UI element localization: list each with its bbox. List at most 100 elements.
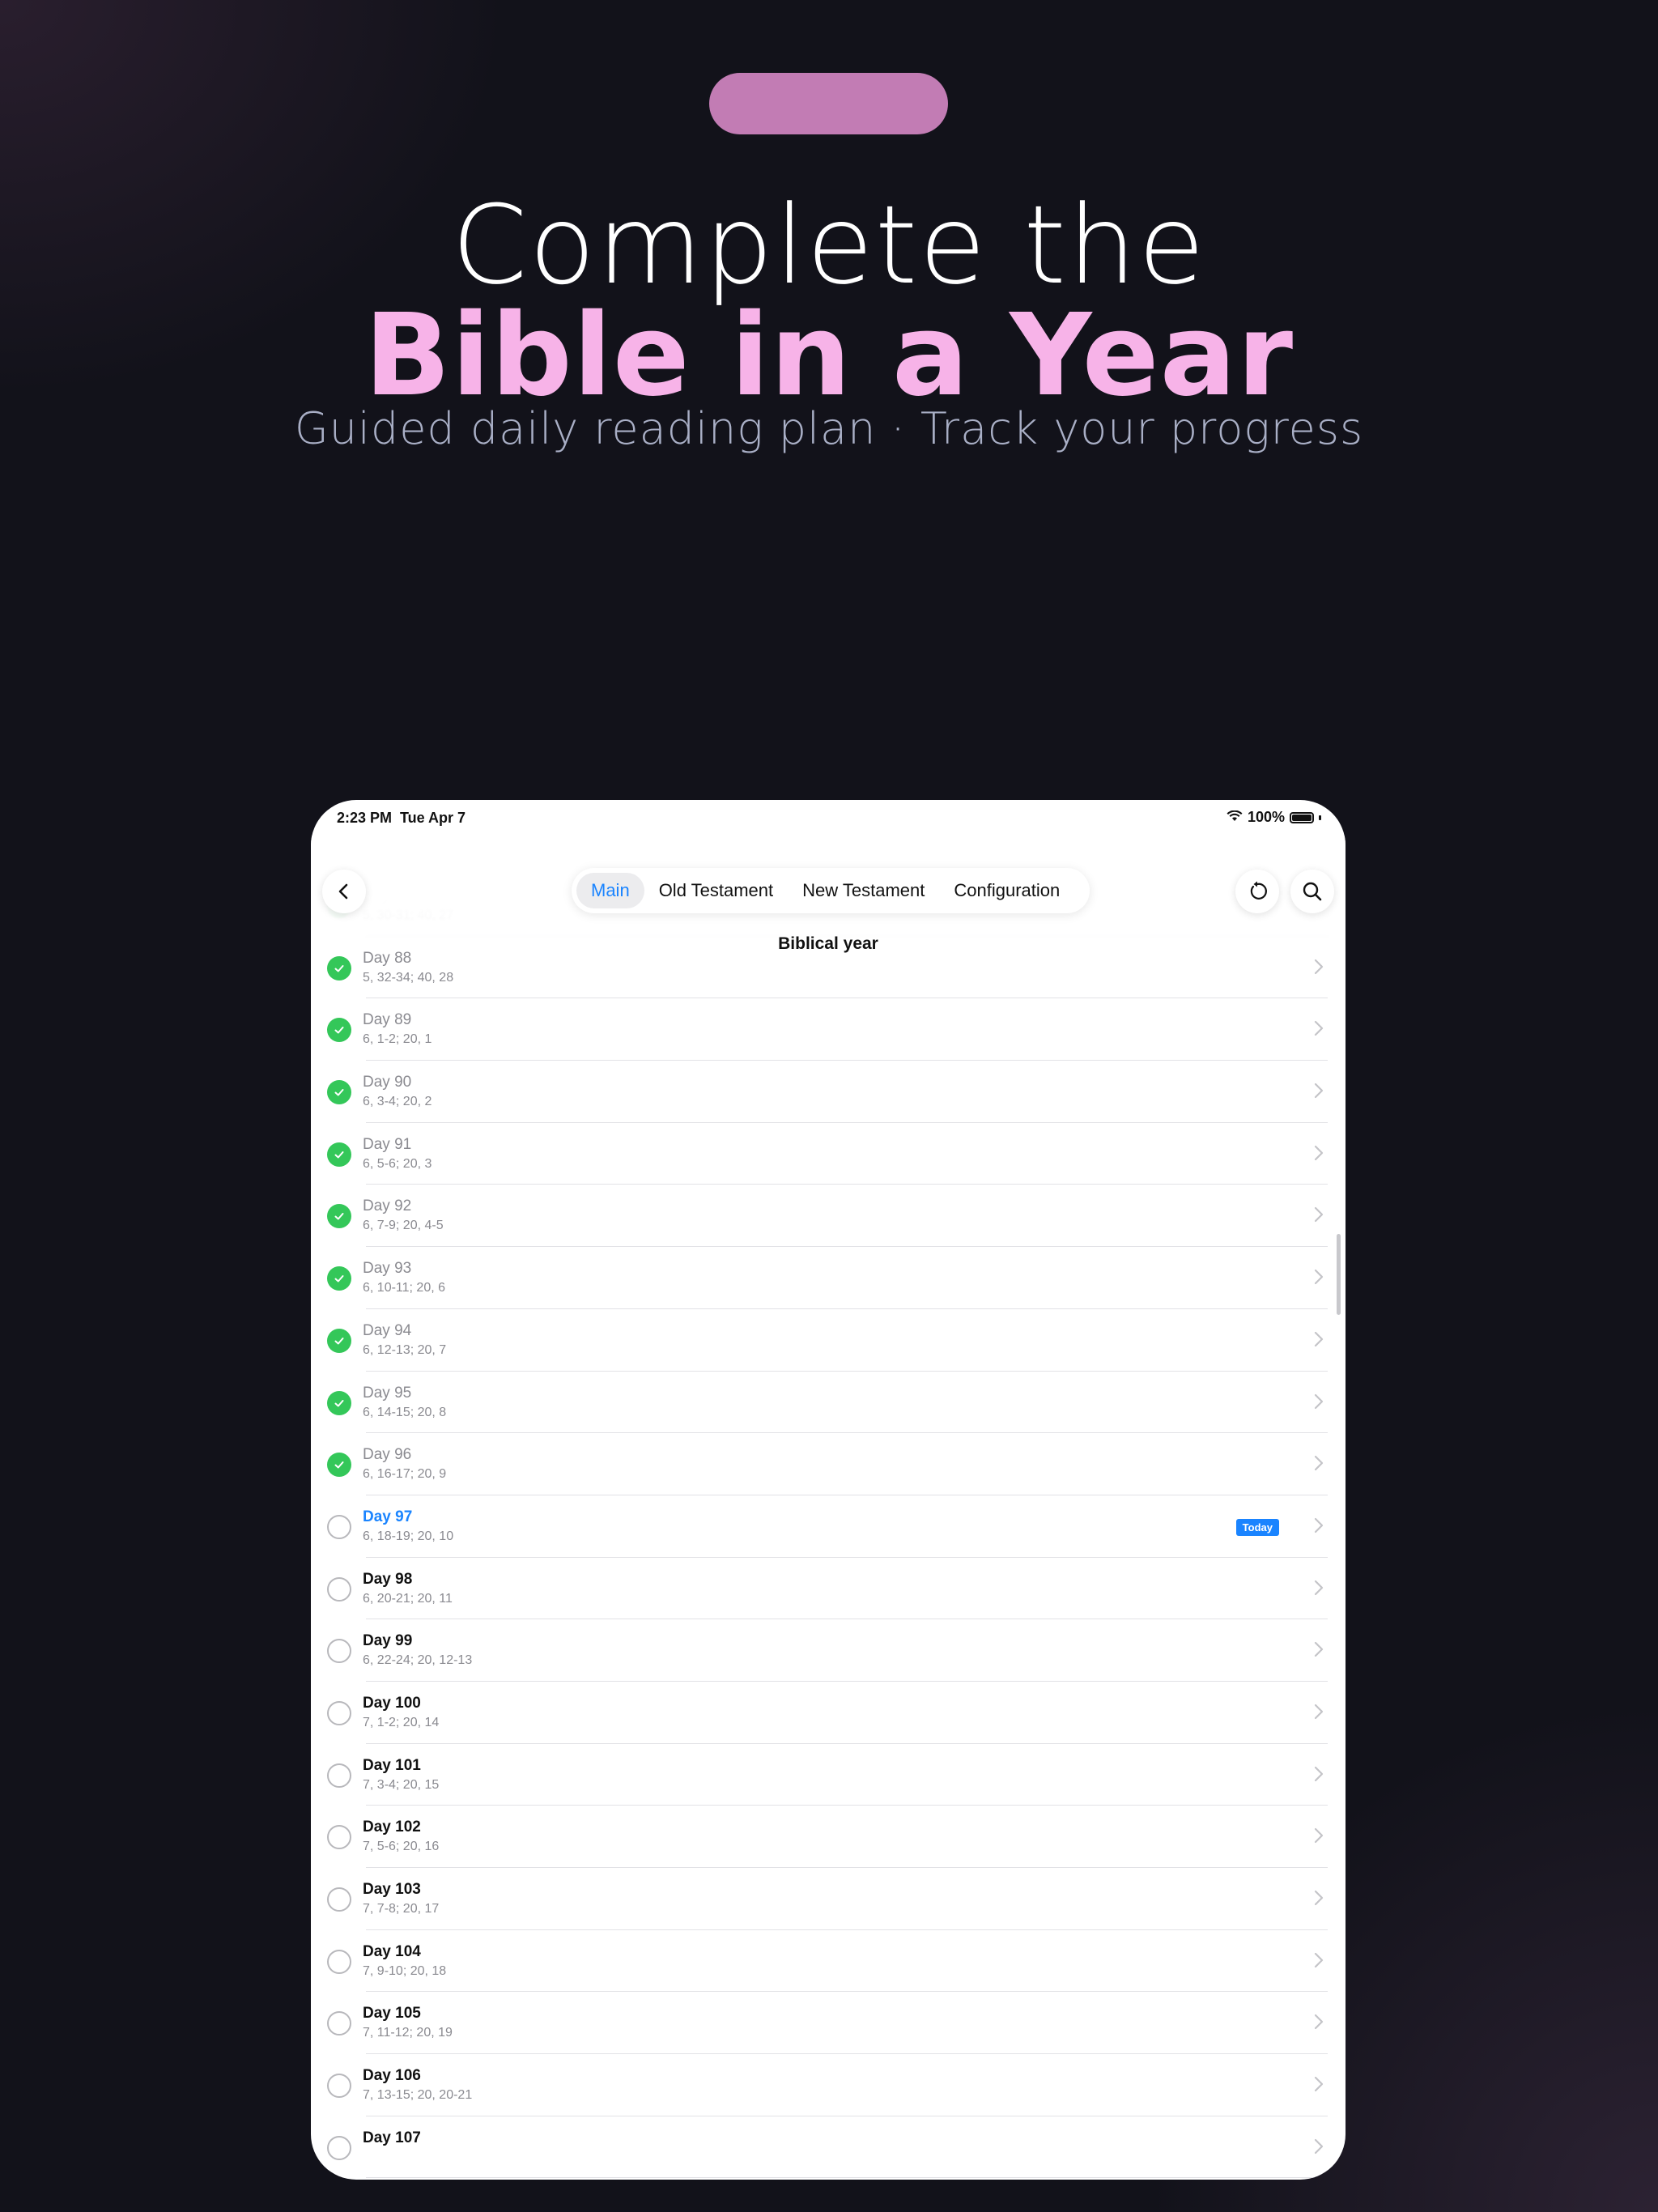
status-bar: 2:23 PM Tue Apr 7 100%: [311, 800, 1346, 836]
refresh-icon: [1250, 881, 1267, 900]
chevron-right-icon: [1313, 1330, 1324, 1352]
reading-day-label: Day 92: [363, 1197, 412, 1215]
wifi-icon: [1226, 809, 1243, 826]
tab-old-testament[interactable]: Old Testament: [644, 873, 788, 908]
chevron-right-icon: [1313, 1144, 1324, 1166]
empty-circle-icon[interactable]: [327, 2135, 351, 2160]
reading-day-label: Day 90: [363, 1074, 412, 1091]
checkmark-icon[interactable]: [327, 1204, 351, 1229]
reading-references: 7, 1-2; 20, 14: [363, 1715, 440, 1729]
checkmark-icon[interactable]: [327, 1390, 351, 1415]
search-icon: [1303, 882, 1322, 901]
empty-circle-icon[interactable]: [327, 1514, 351, 1539]
chevron-right-icon: [1313, 2075, 1324, 2097]
promo-subtitle: Guided daily reading plan · Track your p…: [294, 403, 1364, 454]
empty-circle-icon[interactable]: [327, 2011, 351, 2036]
empty-circle-icon[interactable]: [327, 2074, 351, 2099]
chevron-right-icon: [1313, 1703, 1324, 1725]
checkmark-icon[interactable]: [327, 1453, 351, 1478]
reading-references: 7, 11-12; 20, 19: [363, 2026, 453, 2040]
checkmark-icon[interactable]: [327, 955, 351, 981]
chevron-right-icon: [1313, 1765, 1324, 1787]
reading-references: 6, 3-4; 20, 2: [363, 1095, 432, 1109]
chevron-right-icon: [1313, 1082, 1324, 1104]
empty-circle-icon[interactable]: [327, 1949, 351, 1974]
reading-references: 7, 3-4; 20, 15: [363, 1777, 440, 1792]
reading-day-label: Day 98: [363, 1570, 413, 1588]
reading-row[interactable]: Day 101 7, 3-4; 20, 15: [311, 1744, 1346, 1806]
reading-references: 6, 22-24; 20, 12-13: [363, 1653, 473, 1668]
reading-day-label: Day 105: [363, 2005, 421, 2023]
reading-day-label: Day 96: [363, 1446, 412, 1464]
reading-row[interactable]: Day 90 6, 3-4; 20, 2: [311, 1061, 1346, 1123]
checkmark-icon[interactable]: [327, 1328, 351, 1353]
reading-references: 6, 16-17; 20, 9: [363, 1467, 447, 1482]
reading-row[interactable]: Day 94 6, 12-13; 20, 7: [311, 1309, 1346, 1372]
chevron-right-icon: [1313, 1951, 1324, 1973]
reading-day-label: Day 102: [363, 1819, 421, 1836]
reading-row[interactable]: Day 98 6, 20-21; 20, 11: [311, 1558, 1346, 1620]
reading-day-label: Day 101: [363, 1756, 421, 1774]
chevron-right-icon: [1313, 1206, 1324, 1227]
back-icon: [338, 883, 348, 900]
checkmark-icon[interactable]: [327, 1142, 351, 1167]
reading-row[interactable]: Day 105 7, 11-12; 20, 19: [311, 1992, 1346, 2055]
tab-configuration[interactable]: Configuration: [939, 873, 1074, 908]
reading-row[interactable]: Day 107: [311, 2116, 1346, 2179]
checkmark-icon[interactable]: [327, 1080, 351, 1105]
chevron-right-icon: [1313, 2138, 1324, 2159]
reading-references: 7, 7-8; 20, 17: [363, 1902, 440, 1916]
reading-references: 5, 32-34; 40, 28: [363, 970, 454, 985]
reading-row[interactable]: Day 106 7, 13-15; 20, 20-21: [311, 2054, 1346, 2116]
empty-circle-icon[interactable]: [327, 1887, 351, 1912]
empty-circle-icon[interactable]: [327, 1700, 351, 1725]
tab-new-testament[interactable]: New Testament: [788, 873, 939, 908]
reading-row[interactable]: Day 93 6, 10-11; 20, 6: [311, 1247, 1346, 1309]
checkmark-icon[interactable]: [327, 1018, 351, 1043]
reading-references: 7, 5-6; 20, 16: [363, 1840, 440, 1854]
reading-row[interactable]: Day 102 7, 5-6; 20, 16: [311, 1806, 1346, 1868]
reading-references: 6, 12-13; 20, 7: [363, 1342, 447, 1357]
chevron-right-icon: [1313, 1889, 1324, 1911]
empty-circle-icon[interactable]: [327, 1825, 351, 1850]
search-button[interactable]: [1290, 870, 1334, 913]
back-button[interactable]: [322, 870, 366, 913]
reading-row[interactable]: Day 96 6, 16-17; 20, 9: [311, 1433, 1346, 1495]
tablet-screen: 2:23 PM Tue Apr 7 100% Main Old Testamen…: [311, 800, 1346, 2180]
reading-references: 7, 13-15; 20, 20-21: [363, 2088, 473, 2103]
tab-main[interactable]: Main: [576, 873, 644, 908]
row-divider: [366, 2177, 1328, 2179]
reading-references: 7, 9-10; 20, 18: [363, 1963, 447, 1978]
reading-day-label: Day 95: [363, 1384, 412, 1402]
reading-row[interactable]: Day 89 6, 1-2; 20, 1: [311, 998, 1346, 1061]
reading-row[interactable]: Day 95 6, 14-15; 20, 8: [311, 1372, 1346, 1434]
reading-row[interactable]: Day 97 6, 18-19; 20, 10 Today: [311, 1495, 1346, 1558]
empty-circle-icon[interactable]: [327, 1639, 351, 1664]
status-date: Tue Apr 7: [400, 810, 466, 826]
chevron-right-icon: [1313, 1579, 1324, 1601]
reading-day-label: Day 94: [363, 1321, 412, 1339]
reading-row[interactable]: Day 99 6, 22-24; 20, 12-13: [311, 1619, 1346, 1682]
status-time: 2:23 PM: [337, 810, 393, 826]
reading-list: Day 875, 30-31; 40, 27Day 885, 32-34; 40…: [311, 874, 1346, 2179]
chevron-right-icon: [1313, 1516, 1324, 1538]
reading-row[interactable]: Day 91 6, 5-6; 20, 3: [311, 1123, 1346, 1185]
reading-row[interactable]: Day 103 7, 7-8; 20, 17: [311, 1868, 1346, 1930]
checkmark-icon[interactable]: [327, 1266, 351, 1291]
reading-day-label: Day 97: [363, 1508, 413, 1525]
navigation-bar: Main Old Testament New Testament Configu…: [311, 836, 1346, 953]
chevron-right-icon: [1313, 1019, 1324, 1041]
headline-line1: Complete the: [451, 182, 1207, 308]
empty-circle-icon[interactable]: [327, 1763, 351, 1788]
reading-row[interactable]: Day 92 6, 7-9; 20, 4-5: [311, 1185, 1346, 1248]
reading-row[interactable]: Day 100 7, 1-2; 20, 14: [311, 1682, 1346, 1744]
page-title: Biblical year: [778, 934, 878, 953]
refresh-button[interactable]: [1235, 870, 1279, 913]
scroll-indicator[interactable]: [1337, 1234, 1341, 1315]
reading-row[interactable]: Day 104 7, 9-10; 20, 18: [311, 1930, 1346, 1993]
reading-day-label: Day 89: [363, 1011, 412, 1029]
reading-references: 6, 5-6; 20, 3: [363, 1156, 432, 1171]
reading-references: 6, 18-19; 20, 10: [363, 1529, 454, 1543]
promo-pill: [709, 73, 948, 134]
empty-circle-icon[interactable]: [327, 1576, 351, 1602]
